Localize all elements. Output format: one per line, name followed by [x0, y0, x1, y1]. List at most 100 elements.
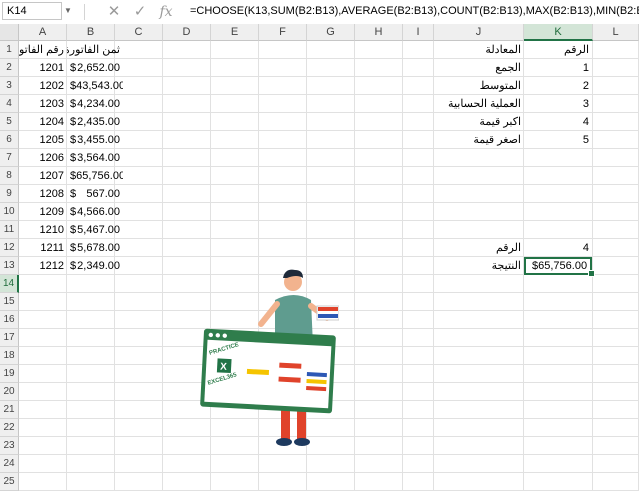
row-header-16[interactable]: 16 [0, 311, 19, 329]
row-header-9[interactable]: 9 [0, 185, 19, 203]
cell-a3[interactable]: 1202 [19, 77, 67, 95]
formula-input[interactable]: =CHOOSE(K13,SUM(B2:B13),AVERAGE(B2:B13),… [190, 5, 639, 17]
column-header-h[interactable]: H [355, 24, 403, 41]
currency-symbol: $ [70, 62, 77, 74]
row-header-8[interactable]: 8 [0, 167, 19, 185]
illustration-flag-stripe-blue [318, 314, 338, 318]
currency-symbol: $ [70, 134, 77, 146]
column-header-c[interactable]: C [115, 24, 163, 41]
cell-k2[interactable]: 1 [524, 59, 592, 77]
row-header-1[interactable]: 1 [0, 41, 19, 59]
cell-j2[interactable]: الجمع [434, 59, 524, 77]
cell-a8[interactable]: 1207 [19, 167, 67, 185]
amount: 5,467.00 [77, 224, 120, 236]
currency-symbol: $ [70, 242, 77, 254]
cell-b12[interactable]: $5,678.00 [67, 239, 123, 257]
row-header-11[interactable]: 11 [0, 221, 19, 239]
cell-b3[interactable]: $43,543.00 [67, 77, 123, 95]
row-header-23[interactable]: 23 [0, 437, 19, 455]
row-header-12[interactable]: 12 [0, 239, 19, 257]
column-header-d[interactable]: D [163, 24, 211, 41]
column-header-j[interactable]: J [434, 24, 524, 41]
cell-b6[interactable]: $3,455.00 [67, 131, 123, 149]
cell-j1[interactable]: المعادلة [434, 41, 524, 59]
cell-b8[interactable]: $65,756.00 [67, 167, 123, 185]
row-header-5[interactable]: 5 [0, 113, 19, 131]
amount: 567.00 [86, 188, 120, 200]
cell-b1[interactable]: ثمن الفاتورة [67, 41, 123, 59]
cell-b11[interactable]: $5,467.00 [67, 221, 123, 239]
row-header-2[interactable]: 2 [0, 59, 19, 77]
illustration-arm-left [258, 301, 280, 327]
row-header-6[interactable]: 6 [0, 131, 19, 149]
fill-handle[interactable] [588, 270, 595, 277]
cancel-icon[interactable]: ✕ [104, 2, 124, 22]
select-all-corner[interactable] [0, 24, 19, 41]
column-header-a[interactable]: A [19, 24, 67, 41]
formula-bar-separator [84, 4, 85, 20]
row-header-19[interactable]: 19 [0, 365, 19, 383]
cell-k3[interactable]: 2 [524, 77, 592, 95]
column-header-g[interactable]: G [307, 24, 355, 41]
cell-k6[interactable]: 5 [524, 131, 592, 149]
name-box-dropdown-icon[interactable]: ▼ [64, 6, 72, 15]
row-header-3[interactable]: 3 [0, 77, 19, 95]
cell-k5[interactable]: 4 [524, 113, 592, 131]
column-header-b[interactable]: B [67, 24, 115, 41]
cell-a10[interactable]: 1209 [19, 203, 67, 221]
insert-function-icon[interactable]: fx [156, 2, 176, 22]
row-header-18[interactable]: 18 [0, 347, 19, 365]
cell-a6[interactable]: 1205 [19, 131, 67, 149]
cell-b4[interactable]: $4,234.00 [67, 95, 123, 113]
cell-a13[interactable]: 1212 [19, 257, 67, 275]
row-header-21[interactable]: 21 [0, 401, 19, 419]
cell-a4[interactable]: 1203 [19, 95, 67, 113]
row-header-25[interactable]: 25 [0, 473, 19, 491]
cell-j6[interactable]: اصغر قيمة [434, 131, 524, 149]
cell-j5[interactable]: اكبر قيمة [434, 113, 524, 131]
cell-a9[interactable]: 1208 [19, 185, 67, 203]
cell-a11[interactable]: 1210 [19, 221, 67, 239]
cell-j4[interactable]: العملية الحسابية [434, 95, 524, 113]
cell-k14-selected[interactable]: $65,756.00 [524, 257, 592, 275]
cell-b10[interactable]: $4,566.00 [67, 203, 123, 221]
cell-a7[interactable]: 1206 [19, 149, 67, 167]
name-box[interactable]: K14 [2, 2, 62, 20]
column-header-f[interactable]: F [259, 24, 307, 41]
cell-a12[interactable]: 1211 [19, 239, 67, 257]
column-header-e[interactable]: E [211, 24, 259, 41]
illustration-flag-stripe-red [318, 307, 338, 311]
excel-logo-letter: X [220, 361, 228, 372]
row-header-10[interactable]: 10 [0, 203, 19, 221]
currency-symbol: $ [70, 206, 77, 218]
cell-k1[interactable]: الرقم [524, 41, 592, 59]
cell-a5[interactable]: 1204 [19, 113, 67, 131]
cell-j3[interactable]: المتوسط [434, 77, 524, 95]
row-header-7[interactable]: 7 [0, 149, 19, 167]
cell-k4[interactable]: 3 [524, 95, 592, 113]
cell-b13[interactable]: $2,349.00 [67, 257, 123, 275]
row-header-13[interactable]: 13 [0, 257, 19, 275]
cell-a2[interactable]: 1201 [19, 59, 67, 77]
amount: 65,756.00 [76, 170, 123, 182]
cell-b9[interactable]: $567.00 [67, 185, 123, 203]
cell-b7[interactable]: $3,564.00 [67, 149, 123, 167]
cell-k13[interactable]: 4 [524, 239, 592, 257]
row-header-15[interactable]: 15 [0, 293, 19, 311]
row-header-17[interactable]: 17 [0, 329, 19, 347]
column-header-l[interactable]: L [593, 24, 639, 41]
enter-check-icon[interactable]: ✓ [130, 2, 150, 22]
cell-j13[interactable]: الرقم [434, 239, 524, 257]
row-header-22[interactable]: 22 [0, 419, 19, 437]
column-header-k[interactable]: K [524, 24, 593, 41]
cell-b5[interactable]: $2,435.00 [67, 113, 123, 131]
row-header-4[interactable]: 4 [0, 95, 19, 113]
gridline-column [402, 41, 403, 491]
amount: 4,566.00 [77, 206, 120, 218]
row-header-14[interactable]: 14 [0, 275, 19, 293]
cell-b2[interactable]: $2,652.00 [67, 59, 123, 77]
column-header-i[interactable]: I [403, 24, 434, 41]
row-header-20[interactable]: 20 [0, 383, 19, 401]
cell-j14[interactable]: النتيجة [434, 257, 524, 275]
cell-a1[interactable]: رقم الفاتورة [19, 41, 67, 59]
